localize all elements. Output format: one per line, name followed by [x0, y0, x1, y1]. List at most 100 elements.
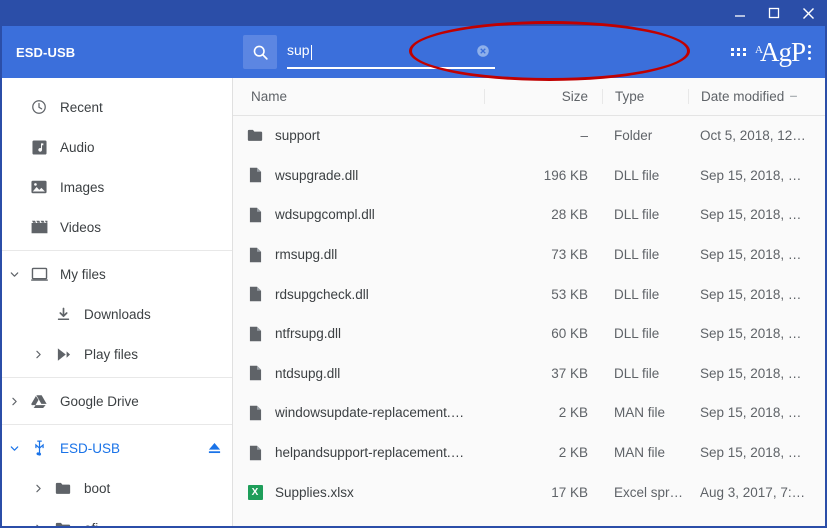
table-row[interactable]: ntdsupg.dll37 KBDLL fileSep 15, 2018, … — [233, 354, 825, 394]
sidebar-group-quickaccess: Recent Audio Images — [2, 84, 232, 250]
file-size-cell: 28 KB — [484, 207, 602, 222]
sidebar-item-images[interactable]: Images — [2, 167, 232, 207]
column-header-name[interactable]: Name — [233, 89, 484, 104]
file-name-label: wsupgrade.dll — [275, 168, 358, 183]
file-size-cell: 17 KB — [484, 485, 602, 500]
chevron-right-icon[interactable] — [26, 349, 50, 360]
file-date-cell: Sep 15, 2018, … — [688, 366, 825, 381]
file-name-label: Supplies.xlsx — [275, 485, 354, 500]
chevron-right-icon[interactable] — [2, 396, 26, 407]
file-name-label: wdsupgcompl.dll — [275, 207, 375, 222]
table-row[interactable]: rdsupgcheck.dll53 KBDLL fileSep 15, 2018… — [233, 274, 825, 314]
file-icon — [247, 206, 263, 224]
file-date-cell: Sep 15, 2018, … — [688, 405, 825, 420]
file-type-cell: DLL file — [602, 366, 688, 381]
sidebar-item-esd-usb[interactable]: ESD-USB — [2, 428, 232, 468]
sidebar-group-esd-usb: ESD-USB boot — [2, 424, 232, 526]
video-icon — [26, 220, 52, 234]
minimize-button[interactable] — [723, 0, 757, 26]
file-name-label: ntdsupg.dll — [275, 366, 340, 381]
search-input[interactable]: sup — [287, 35, 495, 69]
close-button[interactable] — [791, 0, 825, 26]
sidebar-item-my-files[interactable]: My files — [2, 254, 232, 294]
sidebar-item-label: Recent — [60, 100, 103, 115]
image-icon — [26, 180, 52, 194]
maximize-button[interactable] — [757, 0, 791, 26]
sidebar-item-efi[interactable]: efi — [2, 508, 232, 526]
table-row[interactable]: windowsupdate-replacement.…2 KBMAN fileS… — [233, 393, 825, 433]
file-size-cell: 53 KB — [484, 287, 602, 302]
sidebar-item-audio[interactable]: Audio — [2, 127, 232, 167]
file-size-cell: 73 KB — [484, 247, 602, 262]
table-row[interactable]: rmsupg.dll73 KBDLL fileSep 15, 2018, … — [233, 235, 825, 275]
sidebar-item-downloads[interactable]: Downloads — [2, 294, 232, 334]
sidebar-item-google-drive[interactable]: Google Drive — [2, 381, 232, 421]
file-size-cell: – — [484, 128, 602, 143]
column-header-date-label: Date modified — [701, 89, 784, 104]
table-row[interactable]: wsupgrade.dll196 KBDLL fileSep 15, 2018,… — [233, 156, 825, 196]
sidebar-item-label: Google Drive — [60, 394, 139, 409]
chevron-right-icon[interactable] — [26, 483, 50, 494]
files-app-window: ESD-USB sup — [0, 0, 827, 528]
file-date-cell: Aug 3, 2017, 7:… — [688, 485, 825, 500]
folder-icon — [50, 482, 76, 495]
file-icon — [247, 285, 263, 303]
search-icon[interactable] — [243, 35, 277, 69]
usb-icon — [26, 440, 52, 456]
column-header-type[interactable]: Type — [602, 89, 688, 104]
sidebar-item-recent[interactable]: Recent — [2, 87, 232, 127]
table-row[interactable]: ntfrsupg.dll60 KBDLL fileSep 15, 2018, … — [233, 314, 825, 354]
sidebar-item-label: ESD-USB — [60, 441, 120, 456]
clock-icon — [26, 99, 52, 115]
file-type-cell: DLL file — [602, 326, 688, 341]
file-date-cell: Sep 15, 2018, … — [688, 287, 825, 302]
sidebar-item-label: Videos — [60, 220, 101, 235]
file-size-cell: 60 KB — [484, 326, 602, 341]
file-type-cell: MAN file — [602, 445, 688, 460]
table-row[interactable]: helpandsupport-replacement.…2 KBMAN file… — [233, 433, 825, 473]
file-list: Name Size Type Date modified support –Fol… — [233, 78, 825, 526]
file-date-cell: Sep 15, 2018, … — [688, 247, 825, 262]
column-header-size[interactable]: Size — [484, 89, 602, 104]
sidebar-item-label: Images — [60, 180, 104, 195]
text-caret — [311, 45, 312, 60]
file-name-label: support — [275, 128, 320, 143]
file-icon — [247, 246, 263, 264]
sidebar-item-play-files[interactable]: Play files — [2, 334, 232, 374]
file-icon — [247, 325, 263, 343]
file-icon — [247, 166, 263, 184]
sidebar-item-label: boot — [84, 481, 110, 496]
file-name-cell: rmsupg.dll — [233, 246, 484, 264]
font-size-superscript: A — [755, 44, 762, 56]
clear-search-icon[interactable] — [475, 43, 491, 59]
table-row[interactable]: XSupplies.xlsx17 KBExcel spr…Aug 3, 2017… — [233, 472, 825, 512]
app-header: ESD-USB sup — [2, 26, 825, 78]
file-icon — [247, 404, 263, 422]
sidebar-group-drive: Google Drive — [2, 377, 232, 424]
chevron-down-icon[interactable] — [2, 443, 26, 454]
search-input-value: sup — [287, 43, 310, 59]
file-type-cell: DLL file — [602, 207, 688, 222]
chevron-right-icon[interactable] — [26, 523, 50, 527]
font-size-button[interactable]: AAgP — [759, 33, 797, 71]
sidebar-item-videos[interactable]: Videos — [2, 207, 232, 247]
chevron-down-icon[interactable] — [2, 269, 26, 280]
table-row[interactable]: support–FolderOct 5, 2018, 12… — [233, 116, 825, 156]
file-type-cell: Folder — [602, 128, 688, 143]
table-row[interactable]: wdsupgcompl.dll 28 KBDLL fileSep 15, 2018… — [233, 195, 825, 235]
font-size-label: AAgP — [751, 39, 805, 66]
file-date-cell: Sep 15, 2018, … — [688, 445, 825, 460]
file-name-cell: ntdsupg.dll — [233, 364, 484, 382]
current-volume-title: ESD-USB — [16, 45, 235, 60]
file-name-label: rmsupg.dll — [275, 247, 337, 262]
app-body: Recent Audio Images — [2, 78, 825, 526]
column-header-date-modified[interactable]: Date modified — [688, 89, 825, 104]
file-date-cell: Sep 15, 2018, … — [688, 207, 825, 222]
sidebar-item-boot[interactable]: boot — [2, 468, 232, 508]
file-name-label: ntfrsupg.dll — [275, 326, 341, 341]
sort-descending-icon — [789, 89, 798, 104]
file-name-cell: wsupgrade.dll — [233, 166, 484, 184]
play-store-icon — [50, 347, 76, 362]
file-name-label: windowsupdate-replacement.… — [275, 405, 464, 420]
eject-icon[interactable] — [207, 441, 222, 455]
